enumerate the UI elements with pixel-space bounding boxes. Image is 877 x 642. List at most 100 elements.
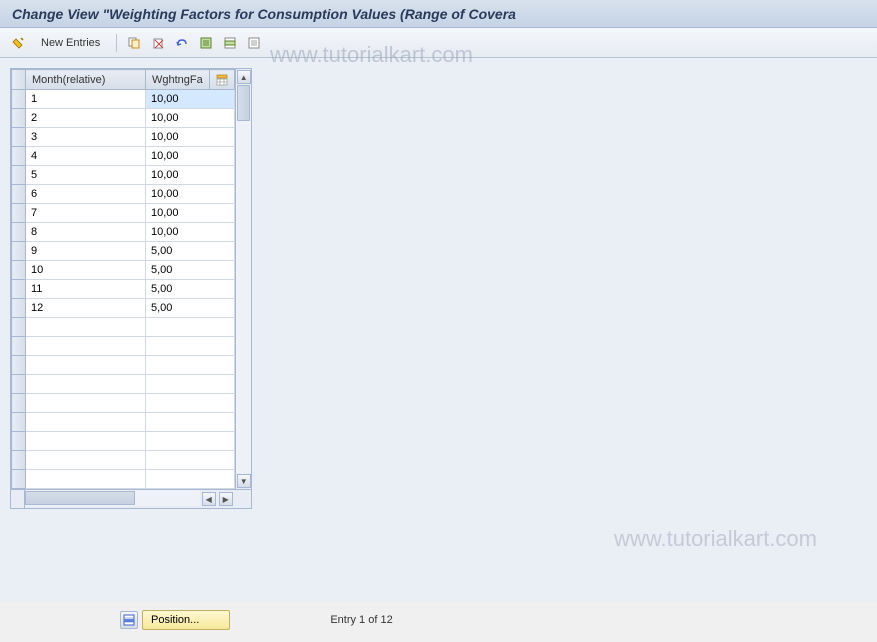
cell-month[interactable]: 3 [26, 128, 146, 147]
cell-month[interactable]: 11 [26, 280, 146, 299]
cell-month[interactable]: 9 [26, 242, 146, 261]
row-selector[interactable] [12, 413, 26, 432]
cell-month[interactable]: 7 [26, 204, 146, 223]
cell-month-empty[interactable] [26, 356, 146, 375]
row-selector[interactable] [12, 375, 26, 394]
scroll-down-button[interactable]: ▼ [237, 474, 251, 488]
scroll-thumb-horizontal[interactable] [25, 491, 135, 505]
row-selector[interactable] [12, 356, 26, 375]
select-all-rows[interactable] [12, 70, 26, 90]
row-selector[interactable] [12, 470, 26, 489]
row-selector[interactable] [12, 318, 26, 337]
cell-month-empty[interactable] [26, 470, 146, 489]
undo-icon [175, 36, 189, 50]
row-selector[interactable] [12, 242, 26, 261]
new-entries-label: New Entries [41, 37, 100, 49]
row-selector[interactable] [12, 280, 26, 299]
horizontal-scrollbar[interactable]: ◀ ▶ [11, 489, 251, 508]
cell-weighting-factor-empty[interactable] [146, 394, 235, 413]
row-selector[interactable] [12, 166, 26, 185]
table-row: 95,00 [12, 242, 235, 261]
row-selector[interactable] [12, 185, 26, 204]
cell-month-empty[interactable] [26, 432, 146, 451]
cell-weighting-factor[interactable]: 5,00 [146, 242, 235, 261]
cell-month[interactable]: 2 [26, 109, 146, 128]
cell-weighting-factor[interactable]: 10,00 [146, 90, 235, 109]
table-row: 210,00 [12, 109, 235, 128]
scroll-track-horizontal[interactable] [25, 490, 200, 506]
position-button[interactable]: Position... [142, 610, 230, 630]
row-selector[interactable] [12, 337, 26, 356]
cell-month[interactable]: 6 [26, 185, 146, 204]
cell-weighting-factor-empty[interactable] [146, 356, 235, 375]
cell-weighting-factor-empty[interactable] [146, 451, 235, 470]
row-selector[interactable] [12, 299, 26, 318]
position-icon-button[interactable] [120, 611, 138, 629]
table-row: 610,00 [12, 185, 235, 204]
cell-weighting-factor[interactable]: 5,00 [146, 261, 235, 280]
cell-month[interactable]: 4 [26, 147, 146, 166]
row-selector[interactable] [12, 394, 26, 413]
cell-month-empty[interactable] [26, 451, 146, 470]
select-block-button[interactable] [220, 33, 240, 53]
cell-weighting-factor[interactable]: 10,00 [146, 128, 235, 147]
cell-month-empty[interactable] [26, 318, 146, 337]
cell-month[interactable]: 1 [26, 90, 146, 109]
scroll-track-vertical[interactable] [236, 85, 251, 473]
scroll-thumb-vertical[interactable] [237, 85, 250, 121]
cell-month[interactable]: 10 [26, 261, 146, 280]
page-title-bar: Change View "Weighting Factors for Consu… [0, 0, 877, 28]
cell-month[interactable]: 5 [26, 166, 146, 185]
row-selector[interactable] [12, 451, 26, 470]
cell-weighting-factor[interactable]: 5,00 [146, 299, 235, 318]
row-selector[interactable] [12, 432, 26, 451]
row-selector[interactable] [12, 128, 26, 147]
scroll-left-button[interactable]: ◀ [202, 492, 216, 506]
cell-weighting-factor-empty[interactable] [146, 375, 235, 394]
vertical-scrollbar[interactable]: ▲ ▼ [235, 69, 251, 489]
footer-bar: Position... Entry 1 of 12 [120, 610, 393, 630]
weighting-factors-table: Month(relative) WghtngFa 110,00210,00310… [11, 69, 235, 489]
column-header-month[interactable]: Month(relative) [26, 70, 146, 90]
undo-change-button[interactable] [172, 33, 192, 53]
cell-month-empty[interactable] [26, 375, 146, 394]
copy-as-button[interactable] [124, 33, 144, 53]
cell-month-empty[interactable] [26, 413, 146, 432]
row-selector[interactable] [12, 109, 26, 128]
cell-month[interactable]: 12 [26, 299, 146, 318]
cell-weighting-factor[interactable]: 10,00 [146, 166, 235, 185]
cell-weighting-factor-empty[interactable] [146, 337, 235, 356]
cell-weighting-factor[interactable]: 10,00 [146, 185, 235, 204]
row-selector[interactable] [12, 147, 26, 166]
cell-month-empty[interactable] [26, 394, 146, 413]
select-all-button[interactable] [196, 33, 216, 53]
scroll-up-button[interactable]: ▲ [237, 70, 251, 84]
toolbar: New Entries [0, 28, 877, 58]
table-row-empty [12, 413, 235, 432]
table-row: 410,00 [12, 147, 235, 166]
scroll-right-button[interactable]: ▶ [219, 492, 233, 506]
cell-month[interactable]: 8 [26, 223, 146, 242]
deselect-all-button[interactable] [244, 33, 264, 53]
table-row-empty [12, 470, 235, 489]
row-selector[interactable] [12, 261, 26, 280]
cell-weighting-factor[interactable]: 10,00 [146, 204, 235, 223]
cell-weighting-factor[interactable]: 10,00 [146, 109, 235, 128]
row-selector[interactable] [12, 223, 26, 242]
cell-weighting-factor[interactable]: 10,00 [146, 223, 235, 242]
cell-weighting-factor-empty[interactable] [146, 432, 235, 451]
cell-weighting-factor-empty[interactable] [146, 470, 235, 489]
new-entries-button[interactable]: New Entries [32, 34, 109, 52]
table-row-empty [12, 356, 235, 375]
cell-weighting-factor[interactable]: 10,00 [146, 147, 235, 166]
cell-weighting-factor[interactable]: 5,00 [146, 280, 235, 299]
display-change-toggle-button[interactable] [8, 33, 28, 53]
delete-button[interactable] [148, 33, 168, 53]
cell-month-empty[interactable] [26, 337, 146, 356]
cell-weighting-factor-empty[interactable] [146, 413, 235, 432]
table-settings-button[interactable] [209, 70, 234, 90]
row-selector[interactable] [12, 204, 26, 223]
cell-weighting-factor-empty[interactable] [146, 318, 235, 337]
row-selector[interactable] [12, 90, 26, 109]
column-header-factor[interactable]: WghtngFa [146, 70, 210, 90]
